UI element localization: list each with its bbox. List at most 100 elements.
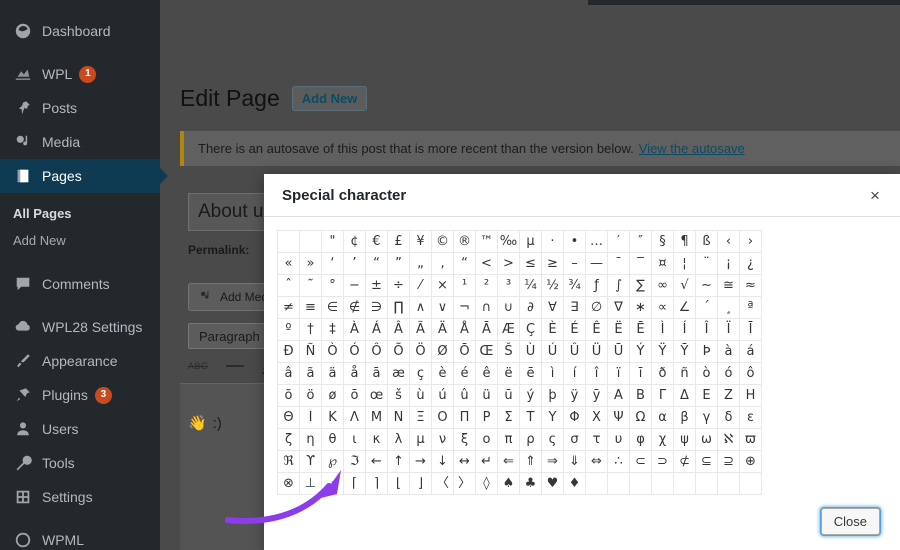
char-cell[interactable]: ϖ	[739, 428, 762, 451]
char-cell[interactable]: º	[277, 318, 300, 341]
char-cell[interactable]: ±	[365, 274, 388, 297]
horizontal-rule-icon[interactable]	[226, 364, 245, 367]
char-cell[interactable]: ∗	[629, 296, 652, 319]
sidebar-item-media[interactable]: Media	[0, 125, 160, 159]
char-cell[interactable]: Φ	[563, 406, 586, 429]
char-cell[interactable]: ÷	[387, 274, 410, 297]
char-cell[interactable]: Η	[739, 384, 762, 407]
char-cell[interactable]: ì	[541, 362, 564, 385]
char-cell[interactable]: ⊕	[739, 450, 762, 473]
char-cell[interactable]: ï	[607, 362, 630, 385]
char-cell[interactable]: ´	[695, 296, 718, 319]
char-cell[interactable]: ë	[497, 362, 520, 385]
sidebar-item-wpl[interactable]: WPL 1	[0, 57, 160, 91]
char-cell[interactable]: ™	[475, 230, 498, 253]
char-cell[interactable]: –	[563, 252, 586, 275]
char-cell[interactable]: ∏	[387, 296, 410, 319]
char-cell[interactable]: ∠	[673, 296, 696, 319]
char-cell[interactable]: φ	[629, 428, 652, 451]
char-cell[interactable]: ç	[409, 362, 432, 385]
char-cell[interactable]: £	[387, 230, 410, 253]
char-cell[interactable]: ô	[739, 362, 762, 385]
char-cell[interactable]: æ	[387, 362, 410, 385]
char-cell[interactable]: Ò	[321, 340, 344, 363]
char-cell[interactable]: ù	[409, 384, 432, 407]
char-cell[interactable]: Ā	[475, 318, 498, 341]
char-cell[interactable]: õ	[277, 384, 300, 407]
char-cell[interactable]: ≈	[739, 274, 762, 297]
char-cell[interactable]: ↓	[431, 450, 454, 473]
char-cell[interactable]: Α	[607, 384, 630, 407]
char-cell[interactable]: ò	[695, 362, 718, 385]
char-cell[interactable]: Ē	[629, 318, 652, 341]
char-cell[interactable]: †	[299, 318, 322, 341]
char-cell[interactable]: ü	[475, 384, 498, 407]
char-cell[interactable]: ⊆	[695, 450, 718, 473]
sidebar-item-wpl28-settings[interactable]: WPL28 Settings	[0, 310, 160, 344]
char-cell[interactable]: ¬	[453, 296, 476, 319]
char-cell[interactable]: ∨	[431, 296, 454, 319]
char-cell[interactable]: ú	[431, 384, 454, 407]
char-cell[interactable]: ß	[695, 230, 718, 253]
char-cell[interactable]: ‹	[717, 230, 740, 253]
char-cell[interactable]: ¤	[651, 252, 674, 275]
char-cell[interactable]: ‡	[321, 318, 344, 341]
char-cell[interactable]: τ	[585, 428, 608, 451]
char-cell[interactable]: Þ	[695, 340, 718, 363]
char-cell[interactable]: Μ	[365, 406, 388, 429]
char-cell[interactable]: ā	[365, 362, 388, 385]
char-cell[interactable]: „	[409, 252, 432, 275]
char-cell[interactable]: ‚	[431, 252, 454, 275]
close-icon[interactable]: ×	[864, 184, 886, 206]
char-cell[interactable]: ¼	[519, 274, 542, 297]
char-cell[interactable]: ȳ	[585, 384, 608, 407]
char-cell[interactable]: Ç	[519, 318, 542, 341]
char-cell[interactable]: Λ	[343, 406, 366, 429]
char-cell[interactable]: ∉	[343, 296, 366, 319]
char-cell[interactable]: ō	[343, 384, 366, 407]
char-cell[interactable]: ∋	[365, 296, 388, 319]
char-cell[interactable]: Ο	[431, 406, 454, 429]
char-cell[interactable]: ⊂	[629, 450, 652, 473]
char-cell[interactable]: Ε	[695, 384, 718, 407]
char-cell[interactable]: ≥	[541, 252, 564, 275]
char-cell[interactable]: γ	[695, 406, 718, 429]
char-cell[interactable]: Ȳ	[673, 340, 696, 363]
char-cell[interactable]: Ê	[585, 318, 608, 341]
char-cell[interactable]: ∧	[409, 296, 432, 319]
sidebar-item-all-pages[interactable]: All Pages	[0, 200, 160, 227]
char-cell[interactable]: ¡	[717, 252, 740, 275]
char-cell[interactable]: χ	[651, 428, 674, 451]
char-cell[interactable]: È	[541, 318, 564, 341]
char-cell[interactable]: ¶	[673, 230, 696, 253]
char-cell[interactable]: Γ	[651, 384, 674, 407]
char-cell[interactable]: ε	[739, 406, 762, 429]
char-cell[interactable]: ¥	[409, 230, 432, 253]
char-cell[interactable]: κ	[365, 428, 388, 451]
char-cell[interactable]: Ù	[519, 340, 542, 363]
char-cell[interactable]: ñ	[673, 362, 696, 385]
char-cell[interactable]: ’	[343, 252, 366, 275]
char-cell[interactable]: Ν	[387, 406, 410, 429]
sidebar-item-add-new[interactable]: Add New	[0, 227, 160, 254]
char-cell[interactable]: ι	[343, 428, 366, 451]
sidebar-item-tools[interactable]: Tools	[0, 446, 160, 480]
char-cell[interactable]: «	[277, 252, 300, 275]
char-cell[interactable]: ³	[497, 274, 520, 297]
char-cell[interactable]: ö	[299, 384, 322, 407]
char-cell[interactable]: ē	[519, 362, 542, 385]
char-cell[interactable]: î	[585, 362, 608, 385]
char-cell[interactable]: υ	[607, 428, 630, 451]
char-cell[interactable]: É	[563, 318, 586, 341]
char-cell[interactable]: Õ	[387, 340, 410, 363]
char-cell[interactable]: π	[497, 428, 520, 451]
char-cell[interactable]: —	[585, 252, 608, 275]
char-cell[interactable]: ℜ	[277, 450, 300, 473]
char-cell[interactable]: ∴	[607, 450, 630, 473]
char-cell[interactable]: §	[651, 230, 674, 253]
strikethrough-icon[interactable]: ABC	[188, 361, 208, 371]
char-cell[interactable]: ℑ	[343, 450, 366, 473]
sidebar-item-comments[interactable]: Comments	[0, 267, 160, 301]
char-cell[interactable]: ℘	[321, 450, 344, 473]
char-cell[interactable]: Ö	[409, 340, 432, 363]
